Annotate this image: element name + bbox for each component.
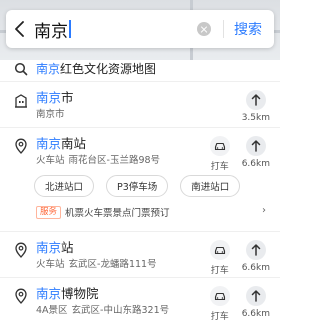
taxi-icon <box>209 286 230 306</box>
navigate-arrow-icon <box>245 286 266 306</box>
taxi-label: 打车 <box>210 266 229 276</box>
suggestion-city[interactable]: 南京市 南京市 3.5km <box>0 82 280 128</box>
station-category: 火车站 <box>36 259 65 270</box>
city-distance: 3.5km <box>241 113 270 123</box>
city-building-icon <box>15 94 27 108</box>
search-icon <box>14 62 28 75</box>
search-query: 南京 <box>34 21 68 42</box>
station-taxi-button[interactable]: 打车 <box>209 240 230 276</box>
navigate-arrow-icon <box>245 136 266 156</box>
keyword-highlight: 南京 <box>36 62 61 76</box>
south-station-navigate-button[interactable]: 6.6km <box>242 136 270 169</box>
entrance-chip-p3[interactable]: P3停车场 <box>106 175 169 197</box>
chevron-right-icon: › <box>262 205 266 216</box>
south-station-title-rest: 南站 <box>61 136 87 151</box>
text-caret <box>69 20 71 38</box>
station-address: 玄武区-龙蟠路111号 <box>68 259 157 270</box>
suggestion-station[interactable]: 南京站 火车站 玄武区-龙蟠路111号 打车 6.6km <box>0 232 280 278</box>
taxi-label: 打车 <box>210 312 229 322</box>
service-badge: 服务 <box>36 205 62 219</box>
back-arrow-icon[interactable] <box>6 10 34 48</box>
suggestion-south-station[interactable]: 南京南站 火车站 雨花台区-玉兰路98号 打车 6.6km 北进站口 P3停车场 … <box>0 128 280 232</box>
taxi-label: 打车 <box>210 162 229 172</box>
south-station-address: 雨花台区-玉兰路98号 <box>68 155 161 166</box>
station-title-hl: 南京 <box>36 240 62 255</box>
city-navigate-button[interactable]: 3.5km <box>242 90 270 123</box>
suggestion-museum[interactable]: 南京博物院 4A景区 玄武区-中山东路321号 打车 6.6km <box>0 278 280 324</box>
museum-title-hl: 南京 <box>36 286 62 301</box>
taxi-icon <box>209 240 230 260</box>
museum-distance: 6.6km <box>241 309 270 319</box>
station-distance: 6.6km <box>241 263 270 273</box>
south-station-distance: 6.6km <box>241 159 270 169</box>
location-pin-icon <box>15 242 27 258</box>
suggestion-list: 南京红色文化资源地图 南京市 南京市 3.5km 南京南站 火车站 雨花台区-玉兰… <box>0 56 280 324</box>
station-navigate-button[interactable]: 6.6km <box>242 240 270 273</box>
search-bar: 南京 搜索 <box>6 10 274 48</box>
entrance-chip-north[interactable]: 北进站口 <box>34 175 95 197</box>
museum-category: 4A景区 <box>36 305 68 316</box>
taxi-icon <box>209 136 230 156</box>
station-title-rest: 站 <box>61 240 74 255</box>
navigate-arrow-icon <box>245 240 266 260</box>
city-title-rest: 市 <box>61 90 74 105</box>
service-row[interactable]: 服务 机票火车票景点门票预订 › <box>36 205 280 219</box>
location-pin-icon <box>15 138 27 154</box>
clear-input-icon[interactable] <box>197 22 211 36</box>
south-station-category: 火车站 <box>36 155 65 166</box>
city-title-hl: 南京 <box>36 90 62 105</box>
suggestion-keyword-row[interactable]: 南京红色文化资源地图 <box>0 56 280 82</box>
entrance-chip-south[interactable]: 南进站口 <box>180 175 241 197</box>
museum-navigate-button[interactable]: 6.6km <box>242 286 270 319</box>
south-station-taxi-button[interactable]: 打车 <box>209 136 230 172</box>
location-pin-icon <box>15 288 27 304</box>
keyword-rest: 红色文化资源地图 <box>60 62 157 76</box>
search-button[interactable]: 搜索 <box>234 19 262 39</box>
museum-address: 玄武区-中山东路321号 <box>71 305 170 316</box>
search-input[interactable]: 南京 <box>34 10 197 48</box>
south-station-title-hl: 南京 <box>36 136 62 151</box>
search-divider <box>223 20 224 38</box>
service-text: 机票火车票景点门票预订 <box>65 208 170 219</box>
museum-title-rest: 博物院 <box>61 286 99 301</box>
navigate-arrow-icon <box>245 90 266 110</box>
museum-taxi-button[interactable]: 打车 <box>209 286 230 322</box>
entrance-chips: 北进站口 P3停车场 南进站口 <box>34 175 280 197</box>
